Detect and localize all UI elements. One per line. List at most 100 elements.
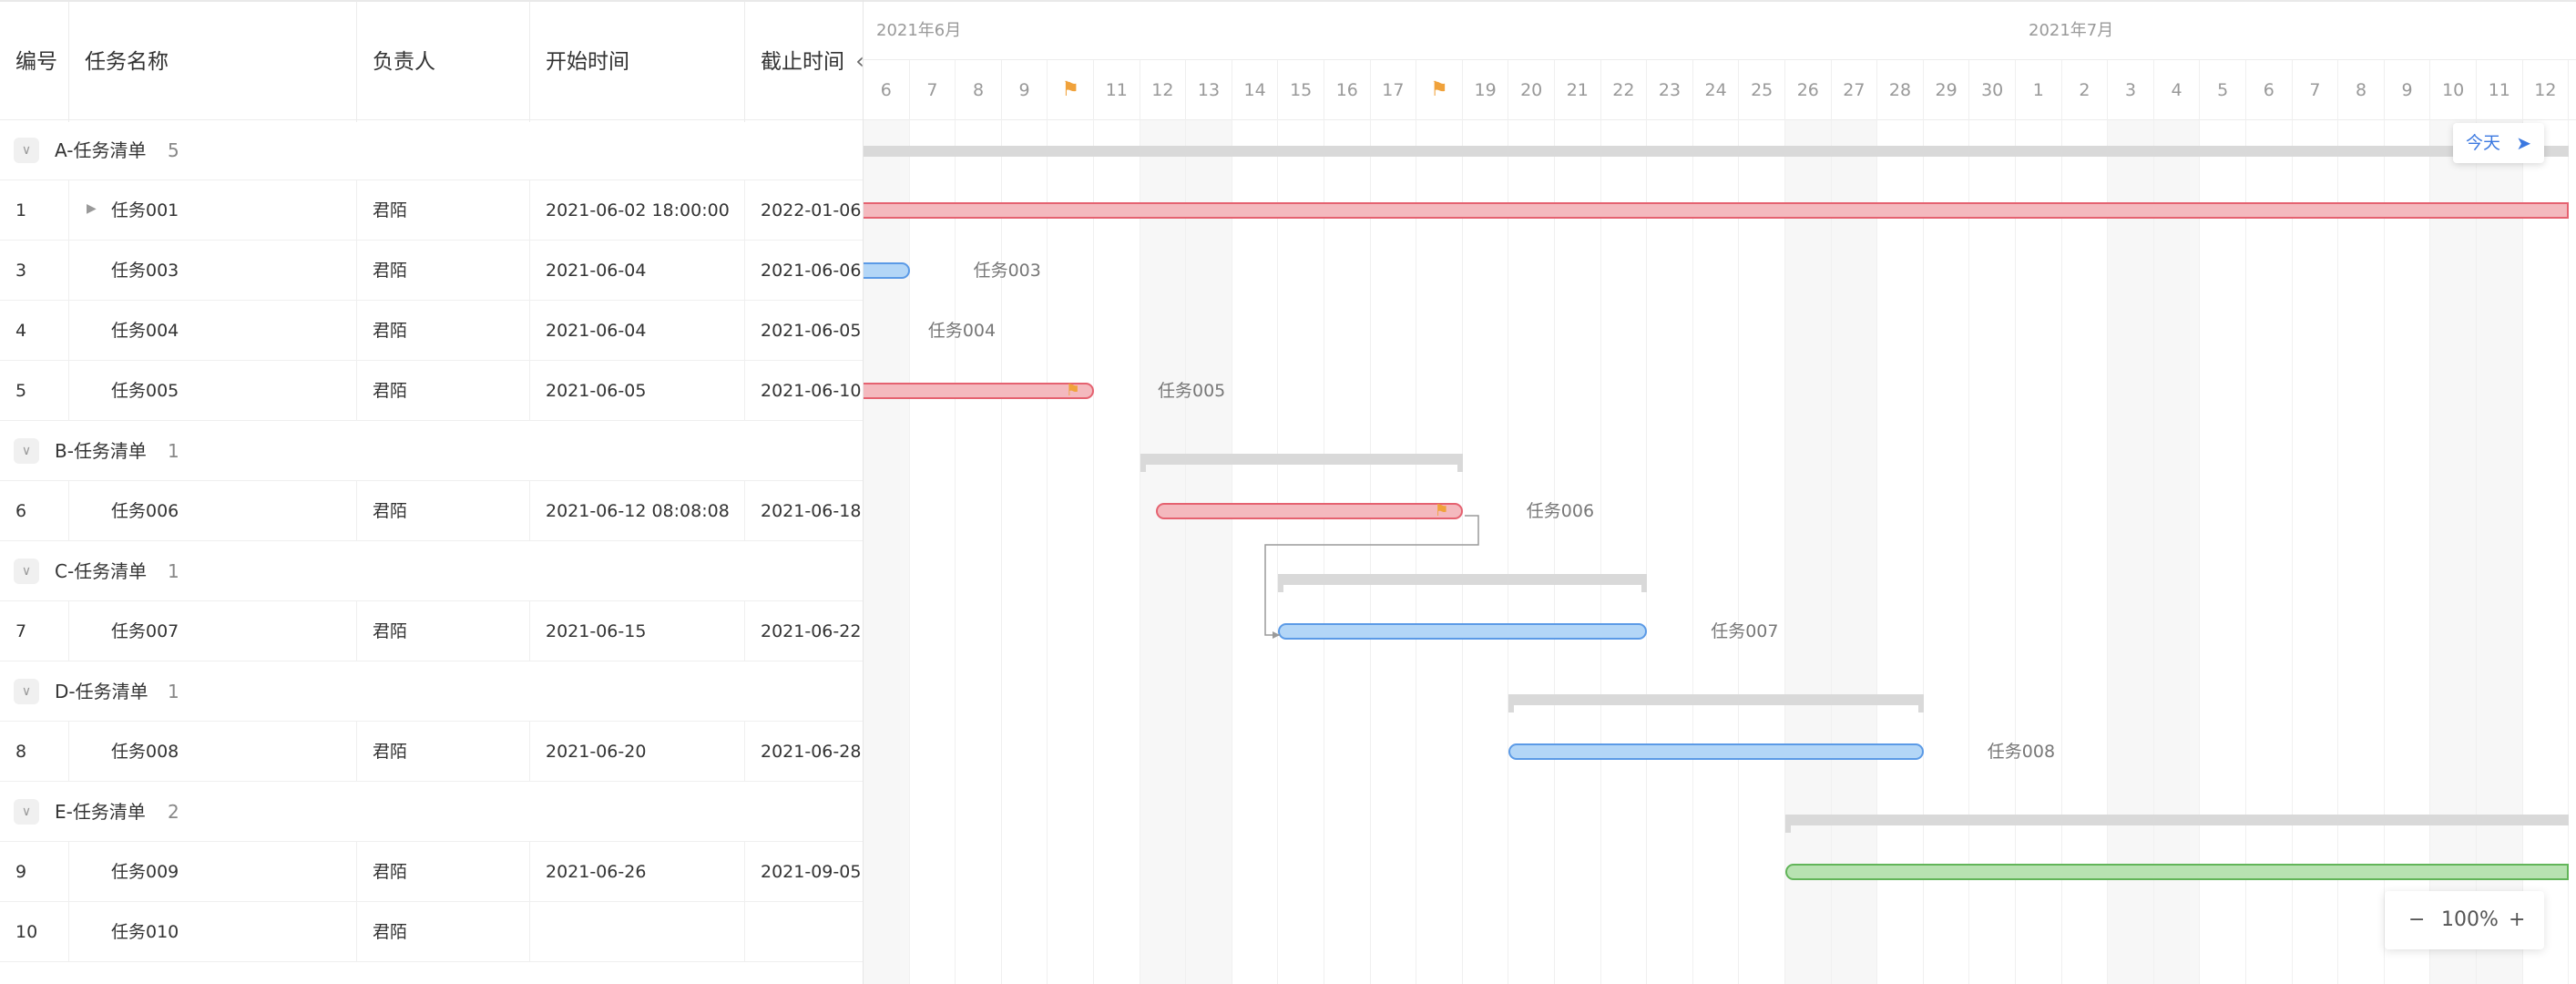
day-column (2477, 120, 2523, 984)
group-row[interactable]: ∨ D-任务清单 1 (0, 661, 863, 722)
summary-bar[interactable] (1140, 454, 1463, 472)
cell-start: 2021-06-04 (530, 241, 745, 301)
chevron-left-icon: ‹ (855, 48, 864, 74)
day-column (1693, 120, 1740, 984)
flag-icon: ⚑ (1416, 60, 1463, 120)
zoom-out-button[interactable]: − (2408, 891, 2425, 949)
collapse-table-button[interactable]: ‹ (847, 47, 873, 75)
cell-end: 2021-06-18 (761, 501, 862, 521)
day-label: 13 (1186, 60, 1232, 120)
day-label: 26 (1785, 60, 1832, 120)
day-label: 9 (2385, 60, 2431, 120)
chevron-down-icon[interactable]: ∨ (14, 799, 39, 825)
day-column (1508, 120, 1555, 984)
day-label: 5 (2200, 60, 2246, 120)
header-start[interactable]: 开始时间 (530, 2, 745, 122)
day-column (2200, 120, 2246, 984)
summary-bar[interactable] (1278, 574, 1648, 592)
day-column (1416, 120, 1463, 984)
task-table: 编号 任务名称 负责人 开始时间 截止时间 ∨ A-任务清单 5 1 任务001 君陌 20… (0, 0, 864, 984)
day-label: 8 (956, 60, 1002, 120)
day-label: 11 (1094, 60, 1140, 120)
cell-id: 6 (0, 481, 69, 541)
summary-bar[interactable] (1785, 815, 2570, 833)
table-row[interactable]: 6 任务006 君陌 2021-06-12 08:08:08 2021-06-18 (0, 481, 863, 541)
day-label: 12 (2523, 60, 2570, 120)
chevron-down-icon[interactable]: ∨ (14, 559, 39, 584)
month-label: 2021年6月 (876, 21, 962, 40)
day-column (1463, 120, 1509, 984)
task-bar[interactable] (1785, 864, 2570, 880)
flag-icon: ⚑ (1065, 381, 1080, 400)
day-label: 15 (1278, 60, 1324, 120)
day-column (2293, 120, 2339, 984)
task-bar[interactable] (864, 262, 910, 279)
day-column (1140, 120, 1187, 984)
chevron-down-icon[interactable]: ∨ (14, 138, 39, 163)
day-label: 9 (1002, 60, 1048, 120)
zoom-in-button[interactable]: + (2509, 891, 2525, 949)
task-bar[interactable] (1508, 743, 1924, 760)
group-count: 1 (168, 560, 179, 582)
day-label: 7 (2293, 60, 2339, 120)
table-row[interactable]: 4 任务004 君陌 2021-06-04 2021-06-05 (0, 301, 863, 361)
header-name[interactable]: 任务名称 (69, 2, 357, 122)
group-name: A-任务清单 (55, 139, 147, 161)
cell-id: 1 (0, 180, 69, 241)
table-row[interactable]: 9 任务009 君陌 2021-06-26 2021-09-05 (0, 842, 863, 902)
cell-name: 任务010 (69, 902, 357, 962)
day-label: 25 (1739, 60, 1785, 120)
table-row[interactable]: 7 任务007 君陌 2021-06-15 2021-06-22 (0, 601, 863, 661)
today-button[interactable]: 今天 ➤ (2453, 123, 2544, 163)
summary-bar[interactable] (864, 146, 2570, 157)
summary-bar[interactable] (1508, 694, 1924, 712)
table-row[interactable]: 8 任务008 君陌 2021-06-20 2021-06-28 (0, 722, 863, 782)
table-row[interactable]: 5 任务005 君陌 2021-06-05 2021-06-10 (0, 361, 863, 421)
task-bar[interactable] (1278, 623, 1648, 640)
header-owner[interactable]: 负责人 (357, 2, 530, 122)
cell-start: 2021-06-26 (530, 842, 745, 902)
cell-start: 2021-06-05 (530, 361, 745, 421)
day-label: 29 (1924, 60, 1970, 120)
day-column (2523, 120, 2570, 984)
table-row[interactable]: 10 任务010 君陌 (0, 902, 863, 962)
day-column (956, 120, 1002, 984)
group-row[interactable]: ∨ B-任务清单 1 (0, 421, 863, 481)
task-bar[interactable] (1156, 503, 1463, 519)
cell-owner: 君陌 (357, 902, 530, 962)
group-row[interactable]: ∨ C-任务清单 1 (0, 541, 863, 601)
chevron-down-icon[interactable]: ∨ (14, 438, 39, 464)
cell-start (530, 902, 745, 962)
cell-end: 2021-06-22 (761, 621, 862, 641)
expand-arrow-icon[interactable]: ▶ (87, 201, 97, 216)
day-column (1048, 120, 1094, 984)
day-column (2108, 120, 2154, 984)
header-end[interactable]: 截止时间 (745, 2, 863, 122)
day-column (1739, 120, 1785, 984)
flag-icon: ⚑ (1434, 501, 1449, 520)
task-bar-label: 任务004 (927, 321, 997, 341)
day-label: 4 (2154, 60, 2201, 120)
task-bar[interactable] (864, 383, 1094, 399)
cell-name: 任务007 (69, 601, 357, 661)
day-column (1232, 120, 1279, 984)
group-name: C-任务清单 (55, 560, 148, 582)
header-id[interactable]: 编号 (0, 2, 69, 122)
zoom-level: 100% (2441, 908, 2499, 931)
cell-start: 2021-06-15 (530, 601, 745, 661)
task-bar[interactable] (864, 202, 2570, 219)
month-header: 2021年6月 2021年7月 (864, 0, 2576, 60)
table-row[interactable]: 3 任务003 君陌 2021-06-04 2021-06-06 (0, 241, 863, 301)
chevron-down-icon[interactable]: ∨ (14, 679, 39, 704)
group-row[interactable]: ∨ E-任务清单 2 (0, 782, 863, 842)
day-label: 17 (1371, 60, 1417, 120)
cell-name: 任务006 (69, 481, 357, 541)
group-row[interactable]: ∨ A-任务清单 5 (0, 120, 863, 180)
group-count: 1 (168, 440, 179, 462)
task-bar-label: 任务003 (973, 261, 1041, 281)
cell-end: 2022-01-06 (761, 200, 862, 220)
day-column (1094, 120, 1140, 984)
table-row[interactable]: 1 任务001 君陌 2021-06-02 18:00:00 2022-01-06 ▶ (0, 180, 863, 241)
cell-start: 2021-06-02 18:00:00 (530, 180, 745, 241)
day-label: 23 (1647, 60, 1693, 120)
